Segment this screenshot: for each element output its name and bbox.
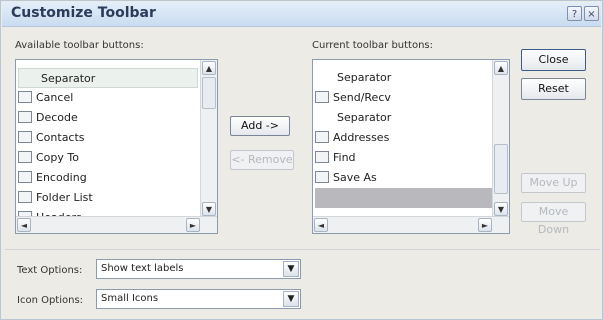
- list-item[interactable]: Decode: [18, 108, 198, 128]
- list-item-label: Separator: [41, 72, 96, 85]
- list-item-label: Send/Recv: [333, 91, 391, 104]
- save-as-icon: [315, 171, 329, 183]
- current-vertical-scrollbar[interactable]: ▲ ▼: [492, 60, 509, 217]
- close-window-button[interactable]: ×: [584, 6, 599, 21]
- list-item[interactable]: Find: [315, 148, 495, 168]
- scroll-thumb[interactable]: [494, 144, 508, 194]
- list-item-label: Copy To: [36, 151, 79, 164]
- close-button[interactable]: Close: [521, 49, 586, 71]
- chevron-down-icon[interactable]: ▼: [283, 291, 299, 307]
- blank-icon: [19, 72, 37, 84]
- send-recv-icon: [315, 91, 329, 103]
- list-item-label: Folder List: [36, 191, 93, 204]
- list-item-label: Addresses: [333, 131, 390, 144]
- title-bar: Customize Toolbar ? ×: [2, 2, 601, 27]
- add-button[interactable]: Add ->: [230, 116, 290, 136]
- icon-options-value: Small Icons: [101, 293, 159, 304]
- blank-icon: [315, 71, 333, 83]
- list-item[interactable]: Addresses: [315, 128, 495, 148]
- scroll-left-button[interactable]: ◄: [314, 218, 328, 232]
- decode-icon: [18, 111, 32, 123]
- dialog-title: Customize Toolbar: [11, 5, 156, 21]
- text-options-value: Show text labels: [101, 263, 184, 274]
- list-item-label: Encoding: [36, 171, 87, 184]
- list-item-label: Find: [333, 151, 356, 164]
- contacts-icon: [18, 131, 32, 143]
- icon-options-label: Icon Options:: [17, 295, 84, 306]
- current-buttons-label: Current toolbar buttons:: [312, 40, 434, 51]
- addresses-icon: [315, 131, 329, 143]
- text-options-select[interactable]: Show text labels ▼: [96, 259, 301, 279]
- list-item[interactable]: [315, 188, 495, 208]
- scroll-up-button[interactable]: ▲: [202, 61, 216, 75]
- list-item[interactable]: Separator: [315, 108, 495, 128]
- folder-list-icon: [18, 191, 32, 203]
- scroll-down-button[interactable]: ▼: [202, 202, 216, 216]
- list-item-label: Separator: [337, 71, 392, 84]
- encoding-icon: [18, 171, 32, 183]
- scroll-down-button[interactable]: ▼: [494, 202, 508, 216]
- list-item[interactable]: Send/Recv: [315, 88, 495, 108]
- list-item[interactable]: Save As: [315, 168, 495, 188]
- scroll-up-button[interactable]: ▲: [494, 61, 508, 75]
- find-icon: [315, 151, 329, 163]
- list-item-label: Separator: [337, 111, 392, 124]
- available-buttons-label: Available toolbar buttons:: [15, 40, 144, 51]
- chevron-down-icon[interactable]: ▼: [283, 261, 299, 277]
- blank-icon: [315, 191, 333, 203]
- cancel-icon: [18, 91, 32, 103]
- blank-icon: [315, 111, 333, 123]
- list-item[interactable]: Separator: [315, 68, 495, 88]
- help-button[interactable]: ?: [567, 6, 582, 21]
- list-item-label: Cancel: [36, 91, 74, 104]
- current-horizontal-scrollbar[interactable]: ◄ ►: [313, 216, 509, 233]
- icon-options-select[interactable]: Small Icons ▼: [96, 289, 301, 309]
- list-item[interactable]: Encoding: [18, 168, 198, 188]
- scroll-left-button[interactable]: ◄: [17, 218, 31, 232]
- available-horizontal-scrollbar[interactable]: ◄ ►: [16, 216, 217, 233]
- list-item-label: Save As: [333, 171, 377, 184]
- list-item[interactable]: Separator: [18, 68, 198, 88]
- scroll-right-button[interactable]: ►: [186, 218, 200, 232]
- list-item[interactable]: Cancel: [18, 88, 198, 108]
- customize-toolbar-dialog: Customize Toolbar ? × Available toolbar …: [0, 0, 603, 320]
- copy-to-icon: [18, 151, 32, 163]
- scroll-thumb[interactable]: [202, 77, 216, 109]
- remove-button[interactable]: <- Remove: [230, 150, 294, 170]
- options-divider: [5, 249, 600, 250]
- list-item[interactable]: Copy To: [18, 148, 198, 168]
- list-item[interactable]: Folder List: [18, 188, 198, 208]
- reset-button[interactable]: Reset: [521, 78, 586, 100]
- move-up-button[interactable]: Move Up: [521, 173, 586, 193]
- current-buttons-list[interactable]: Separator Send/Recv Separator Addresses Find…: [312, 59, 510, 234]
- list-item-label: Decode: [36, 111, 78, 124]
- available-buttons-list[interactable]: Separator Cancel Decode Contacts Copy To Enco…: [15, 59, 218, 234]
- scroll-right-button[interactable]: ►: [478, 218, 492, 232]
- list-item-label: Contacts: [36, 131, 85, 144]
- move-down-button[interactable]: Move Down: [521, 202, 586, 236]
- list-item[interactable]: Contacts: [18, 128, 198, 148]
- text-options-label: Text Options:: [17, 265, 83, 276]
- available-vertical-scrollbar[interactable]: ▲ ▼: [200, 60, 217, 217]
